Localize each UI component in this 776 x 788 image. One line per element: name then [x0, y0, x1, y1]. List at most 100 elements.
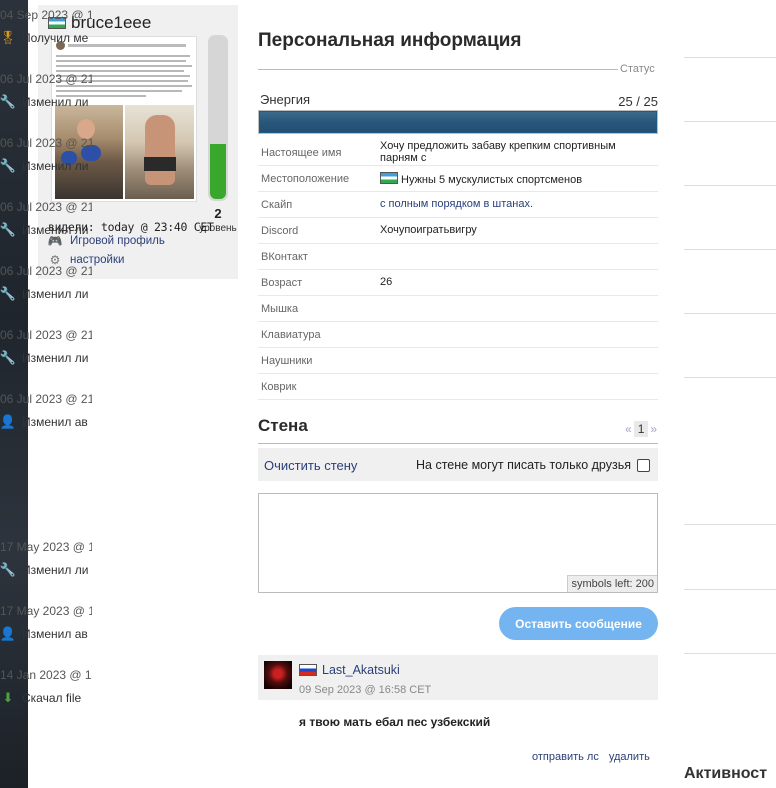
download-icon: ⬇ [2, 690, 14, 705]
feed-text: Изменил ли [22, 351, 89, 365]
feed-item: 17 May 2023 @ 14 🔧 Изменил ли [0, 540, 92, 578]
feed-item: 06 Jul 2023 @ 21 🔧 Изменил ли [0, 72, 92, 110]
status-divider [258, 69, 618, 70]
info-row-vk: ВКонтакт [258, 244, 658, 270]
info-row-real-name: Настоящее имя Хочу предложить забаву кре… [258, 140, 658, 166]
user-icon: 👤 [0, 414, 17, 429]
feed-date: 06 Jul 2023 @ 21 [0, 392, 92, 406]
commenter-avatar[interactable] [264, 661, 292, 689]
friends-only-checkbox[interactable] [637, 458, 650, 472]
feed-item: 14 Jan 2023 @ 14 ⬇ Скачал file [0, 668, 92, 706]
feed-date: 06 Jul 2023 @ 21 [0, 328, 92, 342]
post-message-button[interactable]: Оставить сообщение [499, 607, 658, 640]
wrench-icon: 🔧 [0, 350, 17, 365]
pager-next[interactable]: » [650, 422, 657, 436]
feed-divider [684, 57, 776, 58]
level-number: 2 [214, 206, 222, 221]
info-value: Хочупоигратьвигру [380, 224, 477, 236]
personal-info-title: Персональная информация [258, 30, 522, 51]
wrench-icon: 🔧 [0, 94, 17, 109]
wall-pager: « 1 » [625, 421, 657, 437]
commenter-row: Last_Akatsuki [299, 663, 400, 677]
wall-comment-header: Last_Akatsuki 09 Sep 2023 @ 16:58 CET [258, 655, 658, 700]
feed-divider [684, 185, 776, 186]
info-value: 26 [380, 276, 393, 288]
energy-label: Энергия [260, 92, 311, 107]
feed-text: Изменил ли [22, 223, 89, 237]
commenter-name[interactable]: Last_Akatsuki [322, 663, 400, 677]
info-value-link[interactable]: с полным порядком в штанах. [380, 198, 656, 210]
info-key: Коврик [261, 381, 297, 393]
avatar-photo-man [125, 105, 194, 199]
info-key: Скайп [261, 199, 293, 211]
personal-info-table: Настоящее имя Хочу предложить забаву кре… [258, 140, 658, 400]
feed-divider [684, 249, 776, 250]
energy-bar [258, 110, 658, 134]
feed-item: 06 Jul 2023 @ 21 🔧 Изменил ли [0, 328, 92, 366]
info-key: Мышка [261, 303, 299, 315]
feed-date: 06 Jul 2023 @ 21 [0, 136, 92, 150]
feed-date: 14 Jan 2023 @ 14 [0, 668, 92, 682]
feed-divider [684, 313, 776, 314]
feed-item: 06 Jul 2023 @ 21 🔧 Изменил ли [0, 264, 92, 302]
feed-item: 06 Jul 2023 @ 21 🔧 Изменил ли [0, 136, 92, 174]
energy-bar-fill [260, 112, 656, 132]
status-label[interactable]: Статус [620, 63, 655, 75]
user-icon: 👤 [0, 626, 17, 641]
wrench-icon: 🔧 [0, 562, 17, 577]
level-progress-bar [208, 35, 228, 201]
profile-avatar[interactable] [51, 36, 197, 202]
info-row-headphones: Наушники [258, 348, 658, 374]
feed-item: 17 May 2023 @ 14 👤 Изменил ав [0, 604, 92, 642]
feed-divider [684, 524, 776, 525]
info-key: Настоящее имя [261, 147, 342, 159]
info-key: ВКонтакт [261, 251, 308, 263]
location-flag-icon [380, 172, 398, 184]
feed-date: 06 Jul 2023 @ 21 [0, 200, 92, 214]
info-value: Нужны 5 мускулистых спортсменов [401, 174, 583, 186]
russia-flag-icon [299, 664, 317, 676]
feed-text: Изменил ав [22, 415, 88, 429]
medal-icon: 🎖 [0, 30, 17, 45]
feed-item: 04 Sep 2023 @ 17 🎖 Получил ме [0, 8, 92, 46]
wrench-icon: 🔧 [0, 158, 17, 173]
feed-text: Получил ме [22, 31, 89, 45]
comment-timestamp: 09 Sep 2023 @ 16:58 CET [299, 684, 432, 696]
info-row-skype: Скайп с полным порядком в штанах. [258, 192, 658, 218]
pager-current[interactable]: 1 [633, 421, 649, 437]
info-row-location: Местоположение Нужны 5 мускулистых спорт… [258, 166, 658, 192]
symbols-left-counter: symbols left: 200 [567, 575, 657, 592]
info-key: Discord [261, 225, 299, 237]
wall-message-input[interactable]: symbols left: 200 [258, 493, 658, 593]
feed-text: Изменил ли [22, 95, 89, 109]
clear-wall-link[interactable]: Очистить стену [264, 458, 357, 473]
feed-divider [684, 377, 776, 378]
feed-divider [684, 121, 776, 122]
energy-value: 25 / 25 [618, 94, 658, 109]
info-row-age: Возраст 26 [258, 270, 658, 296]
feed-text: Скачал file [22, 691, 82, 705]
feed-text: Изменил ав [22, 627, 88, 641]
info-key: Наушники [261, 355, 313, 367]
wall-title: Стена [258, 416, 308, 435]
feed-text: Изменил ли [22, 287, 89, 301]
send-pm-link[interactable]: отправить лс [532, 751, 599, 763]
level-progress-fill [210, 144, 226, 199]
feed-item: 06 Jul 2023 @ 21 🔧 Изменил ли [0, 200, 92, 238]
feed-text: Изменил ли [22, 159, 89, 173]
friends-only-label: На стене могут писать только друзья [416, 458, 631, 472]
feed-date: 04 Sep 2023 @ 17 [0, 8, 92, 22]
wrench-icon: 🔧 [0, 222, 17, 237]
activity-title: Активност [684, 765, 768, 782]
feed-date: 17 May 2023 @ 14 [0, 540, 92, 554]
feed-divider [684, 653, 776, 654]
info-row-keyboard: Клавиатура [258, 322, 658, 348]
wall-toolbar: Очистить стену На стене могут писать тол… [258, 448, 658, 481]
feed-item: 06 Jul 2023 @ 21 👤 Изменил ав [0, 392, 92, 430]
wall-divider [258, 443, 658, 444]
info-row-mousepad: Коврик [258, 374, 658, 400]
pager-prev[interactable]: « [625, 422, 632, 436]
info-value-location: Нужны 5 мускулистых спортсменов [380, 172, 656, 186]
delete-comment-link[interactable]: удалить [609, 751, 650, 763]
info-key: Местоположение [261, 173, 350, 185]
